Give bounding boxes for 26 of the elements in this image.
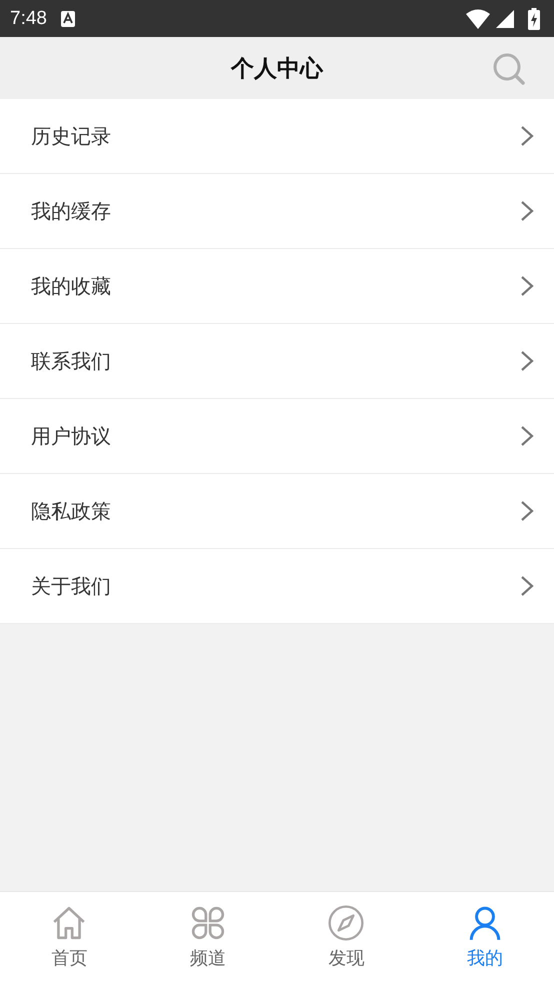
- chevron-right-icon: [520, 350, 534, 372]
- page-title: 个人中心: [231, 54, 323, 84]
- menu-item[interactable]: 联系我们: [0, 324, 554, 399]
- menu-item[interactable]: 我的收藏: [0, 249, 554, 324]
- chevron-right-icon: [520, 125, 534, 147]
- chevron-right-icon: [520, 500, 534, 522]
- discover-icon: [327, 904, 366, 942]
- search-icon[interactable]: [492, 52, 526, 86]
- chevron-right-icon: [520, 275, 534, 297]
- clock: 7:48: [10, 8, 47, 30]
- wifi-icon: [466, 8, 490, 28]
- signal-icon: [496, 10, 514, 28]
- keyboard-notification-icon: [60, 10, 75, 26]
- tab[interactable]: 发现: [277, 892, 416, 985]
- chevron-right-icon: [520, 200, 534, 222]
- menu-item[interactable]: 用户协议: [0, 399, 554, 474]
- chevron-right-icon: [520, 575, 534, 597]
- menu-item[interactable]: 隐私政策: [0, 474, 554, 549]
- menu-item[interactable]: 历史记录: [0, 99, 554, 174]
- chevron-right-icon: [520, 425, 534, 447]
- tab[interactable]: 频道: [138, 892, 277, 985]
- menu-item[interactable]: 我的缓存: [0, 174, 554, 249]
- battery-icon: [528, 8, 540, 30]
- tab[interactable]: 首页: [0, 892, 138, 985]
- menu-item[interactable]: 关于我们: [0, 549, 554, 624]
- tab[interactable]: 我的: [416, 892, 554, 985]
